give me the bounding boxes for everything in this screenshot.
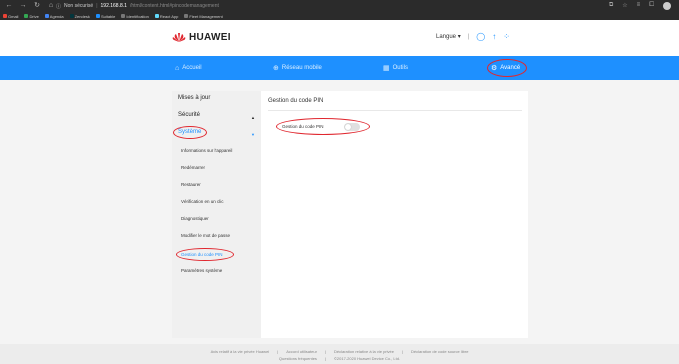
profile-avatar[interactable]	[663, 2, 671, 10]
bookmark-favicon-icon	[95, 14, 100, 18]
caret-up-icon: ▲	[251, 115, 255, 120]
footer-link[interactable]: Questions fréquentes	[279, 356, 317, 361]
sidebar-item-restore[interactable]: Restaurer	[181, 182, 201, 187]
footer-links: Avis relatif à la vie privée Huawei | Acco…	[0, 349, 679, 354]
star-icon[interactable]: ☆	[622, 2, 627, 10]
footer-link[interactable]: Avis relatif à la vie privée Huawei	[211, 349, 270, 354]
footer-separator: |	[402, 349, 404, 354]
reload-icon[interactable]: ↻	[32, 1, 42, 11]
main-navigation: ⌂ Accueil ⊕ Réseau mobile ▦ Outils ⚙ Ava…	[0, 56, 679, 80]
home-icon: ⌂	[175, 64, 180, 72]
annotation-circle-pin-setting	[276, 118, 370, 135]
bookmark-item[interactable]: Zendesk	[69, 13, 90, 19]
huawei-logo-icon	[172, 32, 186, 42]
chevron-down-icon: ▾	[457, 34, 461, 40]
footer-link[interactable]: Déclaration relative à la vie privée	[334, 349, 394, 354]
footer-info: Questions fréquentes | ©2017-2020 Huawei D…	[0, 356, 679, 361]
footer-separator: |	[324, 349, 326, 354]
bookmark-label: Fleet Management	[189, 13, 223, 19]
title-divider	[268, 110, 522, 111]
sidebar-item-device-info[interactable]: Informations sur l'appareil	[181, 148, 232, 153]
bookmark-item[interactable]: Agenda	[44, 13, 64, 19]
bookmarks-bar: Gmail Drive Agenda Zendesk Suitable Identific…	[0, 12, 679, 20]
page-title: Gestion du code PIN	[268, 98, 324, 104]
footer-separator: |	[324, 356, 326, 361]
nav-tools[interactable]: ▦ Outils	[383, 62, 408, 74]
site-footer: Avis relatif à la vie privée Huawei | Acco…	[0, 344, 679, 364]
bookmark-label: Suitable	[100, 13, 116, 19]
bookmark-label: Zendesk	[74, 13, 90, 19]
bookmark-label: React App	[159, 13, 179, 19]
bookmark-favicon-icon	[24, 14, 29, 18]
loading-spinner-icon: ⁘	[503, 32, 510, 41]
sidebar-item-one-click-check[interactable]: Vérification en un clic	[181, 199, 224, 204]
address-bar[interactable]: ⓘ Non sécurisé | 192.168.8.1/html/conten…	[56, 2, 219, 10]
nav-home[interactable]: ⌂ Accueil	[175, 62, 202, 74]
bookmark-item[interactable]: Suitable	[95, 13, 116, 19]
translate-icon[interactable]: ⧉	[609, 2, 613, 10]
sidebar-item-updates[interactable]: Mises à jour	[178, 95, 210, 101]
browser-actions: ⧉ ☆ ≡ ⧠	[609, 2, 671, 10]
sidebar-item-change-password[interactable]: Modifier le mot de passe	[181, 233, 230, 238]
browser-chrome: ← → ↻ ⌂ ⓘ Non sécurisé | 192.168.8.1/htm…	[0, 0, 679, 20]
site-header: HUAWEI Langue ▾ | ◯ ↑ ⁘	[0, 20, 679, 56]
nav-mobile-network[interactable]: ⊕ Réseau mobile	[273, 62, 322, 74]
annotation-circle-advanced	[487, 59, 527, 77]
header-separator: |	[467, 33, 470, 40]
language-menu[interactable]: Langue ▾	[436, 33, 461, 40]
sidebar-item-reboot[interactable]: Redémarrer	[181, 165, 205, 170]
huawei-logo[interactable]: HUAWEI	[172, 32, 231, 43]
info-icon[interactable]: ⓘ	[56, 3, 61, 10]
bookmark-item[interactable]: React App	[154, 13, 179, 19]
annotation-circle-pin-menu	[176, 248, 234, 261]
reading-list-icon[interactable]: ≡	[637, 2, 641, 10]
bookmark-item[interactable]: Gmail	[3, 14, 18, 19]
extensions-icon[interactable]: ⧠	[649, 2, 654, 10]
chat-icon[interactable]: ◯	[476, 32, 485, 41]
home-icon[interactable]: ⌂	[46, 1, 56, 11]
bookmark-favicon-icon	[69, 14, 74, 18]
bookmark-favicon-icon	[3, 14, 7, 18]
url-host: 192.168.8.1	[100, 3, 127, 9]
bookmark-item[interactable]: Fleet Management	[184, 13, 223, 19]
tools-icon: ▦	[383, 65, 390, 72]
bookmark-item[interactable]: Identification	[121, 13, 149, 19]
header-actions: Langue ▾ | ◯ ↑ ⁘	[436, 32, 510, 41]
bookmark-label: Agenda	[49, 13, 64, 19]
bookmark-item[interactable]: Drive	[24, 13, 39, 19]
caret-down-icon: ▼	[251, 132, 255, 137]
brand-name: HUAWEI	[189, 32, 231, 43]
bookmark-favicon-icon	[184, 14, 189, 18]
bookmark-favicon-icon	[154, 14, 159, 18]
footer-link[interactable]: Déclaration de code source libre	[411, 349, 468, 354]
bookmark-favicon-icon	[121, 14, 126, 18]
globe-icon: ⊕	[273, 65, 279, 72]
sidebar-item-system-settings[interactable]: Paramètres système	[181, 268, 222, 273]
back-icon[interactable]: ←	[4, 1, 14, 11]
annotation-circle-system	[173, 126, 207, 139]
footer-link[interactable]: ©2017-2020 Huawei Device Co., Ltd.	[334, 356, 400, 361]
url-path: /html/content.html#pincodemanagement	[129, 3, 219, 9]
footer-link[interactable]: Accord utilisateur	[286, 349, 317, 354]
bookmark-label: Gmail	[8, 13, 19, 19]
bookmark-favicon-icon	[44, 14, 49, 18]
bookmark-label: Identification	[126, 13, 149, 19]
upload-arrow-icon[interactable]: ↑	[492, 32, 496, 41]
bookmark-label: Drive	[29, 13, 39, 19]
security-label: Non sécurisé	[64, 3, 94, 9]
sidebar-item-diagnose[interactable]: Diagnostiquer	[181, 216, 209, 221]
forward-icon[interactable]: →	[18, 1, 28, 11]
footer-separator: |	[277, 349, 279, 354]
sidebar-item-security[interactable]: Sécurité	[178, 112, 200, 118]
